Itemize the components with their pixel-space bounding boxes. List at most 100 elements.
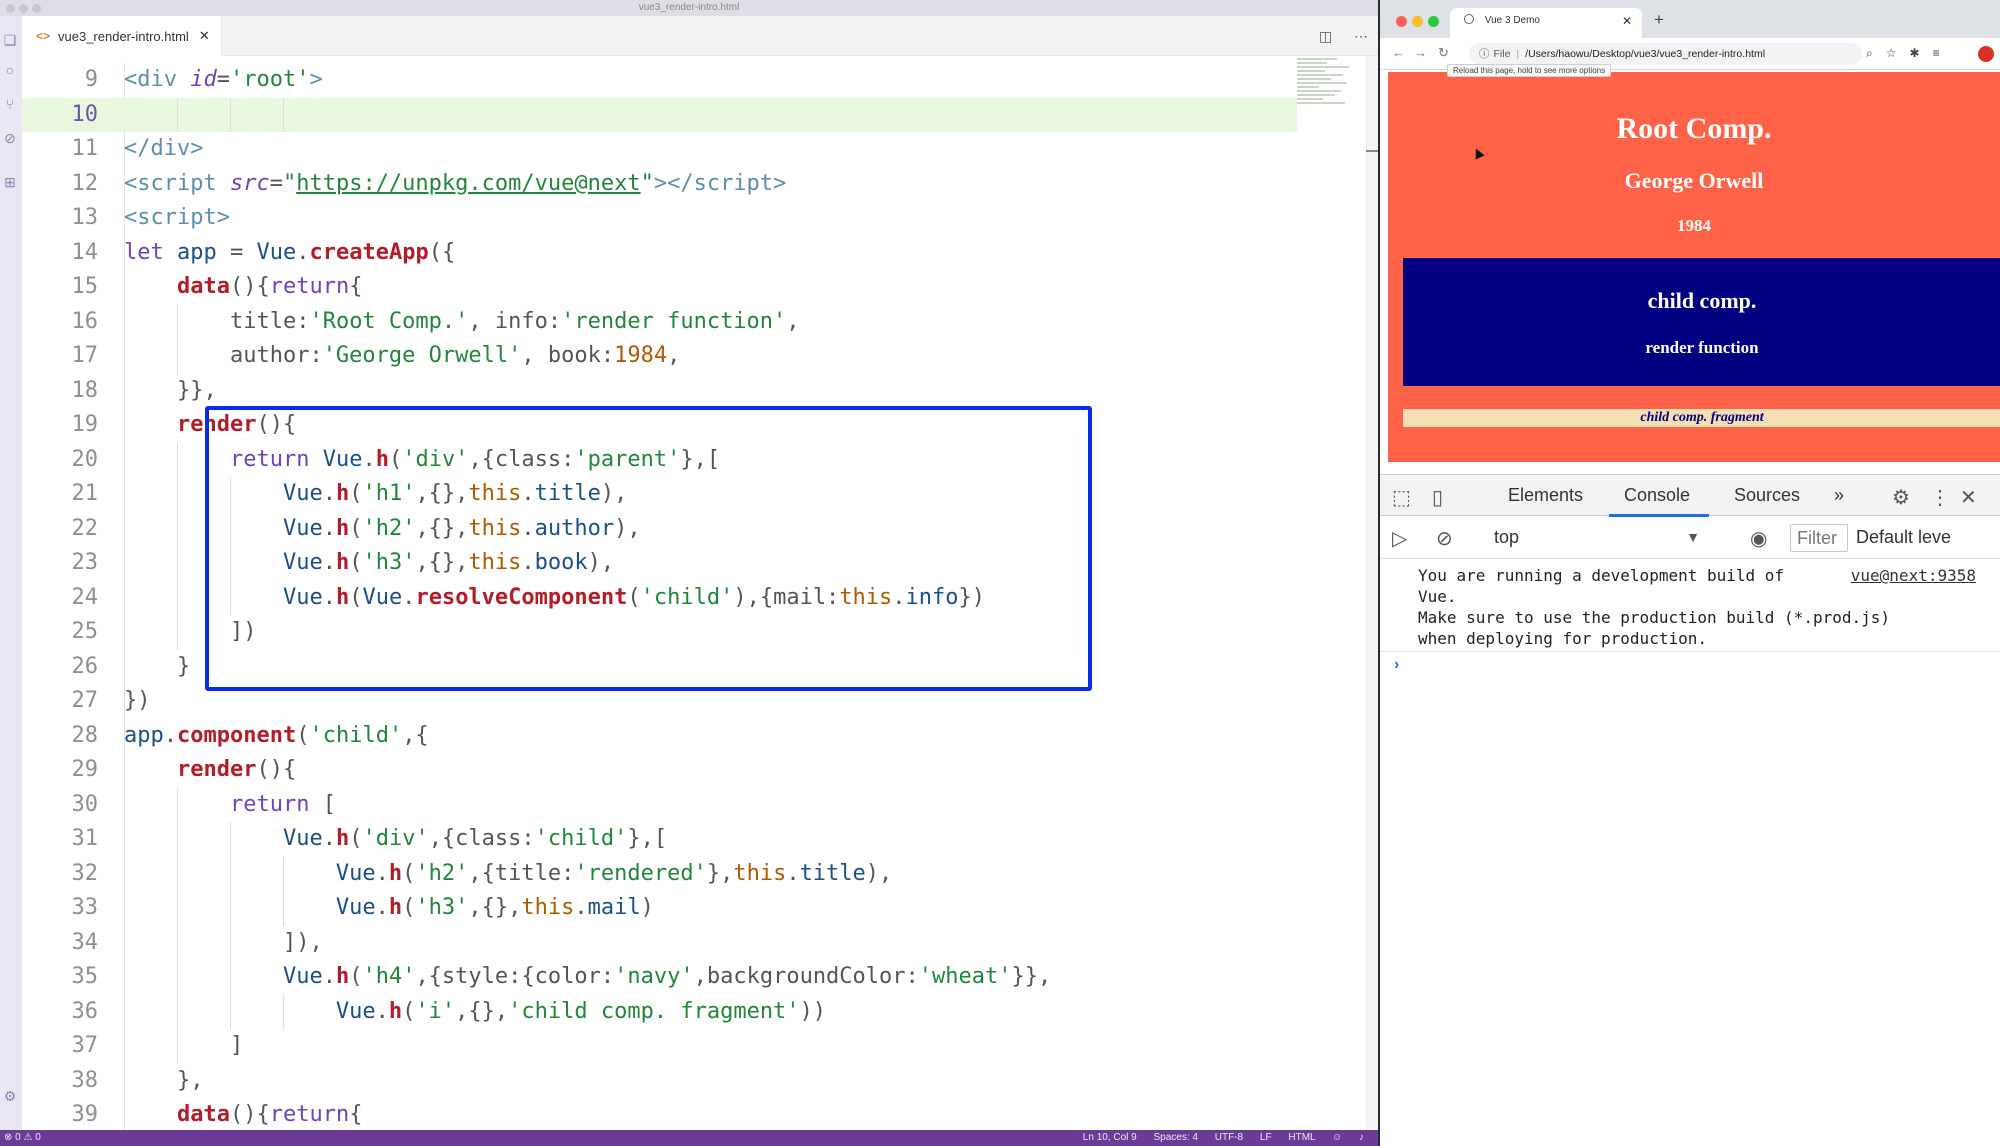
- close-window-button[interactable]: [1396, 16, 1407, 27]
- live-expression-eye-icon[interactable]: ◉: [1750, 526, 1767, 551]
- editor-window-title: vue3_render-intro.html: [638, 2, 740, 13]
- console-message-source-link[interactable]: vue@next:9358: [1851, 565, 1976, 586]
- more-actions-icon[interactable]: ⋯: [1354, 28, 1368, 44]
- code-line[interactable]: 38 },: [22, 1064, 1297, 1099]
- maximize-window-button[interactable]: [1428, 16, 1439, 27]
- inspect-element-icon[interactable]: ⬚: [1392, 485, 1411, 510]
- info-icon[interactable]: ⓘ: [1479, 48, 1490, 60]
- line-number: 26: [71, 653, 99, 679]
- back-arrow-icon[interactable]: ←: [1392, 45, 1405, 60]
- more-tabs-chevron-icon[interactable]: »: [1834, 485, 1844, 506]
- profile-avatar[interactable]: [1978, 46, 1994, 62]
- close-devtools-icon[interactable]: ✕: [1960, 485, 1977, 510]
- close-tab-icon[interactable]: ✕: [199, 28, 210, 44]
- reload-icon[interactable]: ↻: [1438, 45, 1449, 61]
- code-line[interactable]: 31 Vue.h('div',{class:'child'},[: [22, 822, 1297, 857]
- code-line[interactable]: 11 </div>: [22, 132, 1297, 167]
- line-number: 20: [71, 446, 99, 472]
- extensions-puzzle-icon[interactable]: ✱: [1910, 46, 1920, 60]
- source-control-icon[interactable]: ⑂: [2, 96, 18, 112]
- indent-guide: [282, 856, 284, 926]
- line-ending[interactable]: LF: [1260, 1132, 1272, 1143]
- feedback-icon[interactable]: ☺: [1332, 1132, 1342, 1143]
- browser-tab-title: Vue 3 Demo: [1484, 15, 1540, 26]
- console-prompt[interactable]: ›: [1394, 656, 1399, 674]
- browser-window: Vue 3 Demo ✕ + ← → ↻ ⓘ File |/Users/haowu/…: [1378, 0, 2000, 1146]
- browser-tab[interactable]: Vue 3 Demo ✕: [1450, 8, 1642, 38]
- indentation[interactable]: Spaces: 4: [1154, 1132, 1198, 1143]
- console-filter-input[interactable]: Filter: [1790, 524, 1848, 552]
- line-number: 30: [71, 791, 99, 817]
- code-text: Vue.h('h4',{style:{color:'navy',backgrou…: [282, 964, 1052, 989]
- console-toolbar: ▷ ⊘ top ▼ ◉ Filter Default leve: [1380, 517, 2000, 559]
- code-line[interactable]: 9 <div id='root'>: [22, 63, 1297, 98]
- code-text: data(){return{: [176, 274, 363, 299]
- extensions-icon[interactable]: ⊞: [2, 174, 18, 190]
- explorer-icon[interactable]: ❏: [2, 32, 18, 48]
- clear-console-icon[interactable]: ⊘: [1436, 526, 1453, 551]
- url-scheme-label: File: [1493, 48, 1511, 60]
- minimize-window-button[interactable]: [1412, 16, 1423, 27]
- code-line[interactable]: 30 return [: [22, 788, 1297, 823]
- code-line[interactable]: 34 ]),: [22, 926, 1297, 961]
- new-tab-button[interactable]: +: [1654, 10, 1664, 30]
- code-line[interactable]: 36 Vue.h('i',{},'child comp. fragment')): [22, 995, 1297, 1030]
- code-line[interactable]: 39 data(){return{: [22, 1098, 1297, 1130]
- code-line[interactable]: 16 title:'Root Comp.', info:'render func…: [22, 305, 1297, 340]
- close-tab-icon[interactable]: ✕: [1622, 8, 1632, 34]
- line-number: 39: [71, 1102, 99, 1127]
- code-line[interactable]: 12 <script src="https://unpkg.com/vue@nex…: [22, 167, 1297, 202]
- code-line[interactable]: 33 Vue.h('h3',{},this.mail): [22, 891, 1297, 926]
- language-mode[interactable]: HTML: [1288, 1132, 1315, 1143]
- code-line[interactable]: 17 author:'George Orwell', book:1984,: [22, 339, 1297, 374]
- code-line[interactable]: 37 ]: [22, 1029, 1297, 1064]
- code-text: return [: [229, 791, 336, 817]
- code-line[interactable]: 14 let app = Vue.createApp({: [22, 236, 1297, 271]
- editor-scrollbar[interactable]: [1366, 56, 1378, 1130]
- code-line[interactable]: 15 data(){return{: [22, 270, 1297, 305]
- code-line[interactable]: 29 render(){: [22, 753, 1297, 788]
- forward-arrow-icon[interactable]: →: [1414, 45, 1427, 60]
- address-bar[interactable]: ⓘ File |/Users/haowu/Desktop/vue3/vue3_ren…: [1469, 43, 1862, 65]
- html-file-icon: <>: [36, 29, 51, 43]
- notifications-bell-icon[interactable]: ♪: [1359, 1132, 1364, 1143]
- code-line[interactable]: 13 <script>: [22, 201, 1297, 236]
- show-sidebar-icon[interactable]: ▷: [1392, 526, 1407, 551]
- code-text: app.component('child',{: [124, 722, 429, 748]
- execution-context-select[interactable]: top ▼: [1494, 527, 1704, 548]
- line-number: 18: [71, 377, 99, 403]
- devtools-tab-sources[interactable]: Sources: [1734, 485, 1800, 506]
- code-line[interactable]: 32 Vue.h('h2',{title:'rendered'},this.ti…: [22, 857, 1297, 892]
- code-line[interactable]: 28 app.component('child',{: [22, 719, 1297, 754]
- zoom-icon[interactable]: ⌕: [1866, 46, 1873, 60]
- devtools-tab-console[interactable]: Console: [1624, 485, 1690, 506]
- code-text: </div>: [124, 136, 204, 161]
- line-number: 28: [71, 722, 99, 748]
- window-traffic-lights[interactable]: [1396, 14, 1444, 32]
- code-text: ]: [229, 1033, 244, 1058]
- code-line[interactable]: 10: [22, 97, 1297, 132]
- cursor-position[interactable]: Ln 10, Col 9: [1083, 1132, 1137, 1143]
- minimap[interactable]: [1297, 56, 1367, 176]
- devtools-tab-elements[interactable]: Elements: [1508, 485, 1583, 506]
- devtools-menu-icon[interactable]: ⋮: [1930, 485, 1950, 510]
- log-levels-dropdown[interactable]: Default leve: [1856, 527, 1951, 548]
- code-line[interactable]: 35 Vue.h('h4',{style:{color:'navy',backg…: [22, 960, 1297, 995]
- indent-guide: [176, 787, 178, 1064]
- devtools-settings-gear-icon[interactable]: ⚙: [1892, 485, 1910, 510]
- code-text: <script src="https://unpkg.com/vue@next"…: [124, 170, 787, 196]
- activity-bar: ❏ ○ ⑂ ⊘ ⊞ ⚙: [0, 16, 22, 1130]
- settings-gear-icon[interactable]: ⚙: [2, 1088, 18, 1104]
- code-line[interactable]: 18 }},: [22, 374, 1297, 409]
- device-toolbar-icon[interactable]: ▯: [1432, 485, 1443, 510]
- line-number: 34: [71, 929, 99, 955]
- problems-indicator[interactable]: ⊗ 0 ⚠ 0: [4, 1130, 41, 1146]
- reading-list-icon[interactable]: ≡: [1933, 46, 1940, 60]
- editor-file-tab[interactable]: <> vue3_render-intro.html ✕: [22, 16, 222, 56]
- search-icon[interactable]: ○: [2, 62, 18, 78]
- split-editor-icon[interactable]: ◫: [1319, 28, 1332, 44]
- indent-guide: [229, 822, 231, 1029]
- bookmark-star-icon[interactable]: ☆: [1886, 46, 1897, 60]
- encoding[interactable]: UTF-8: [1215, 1132, 1243, 1143]
- debug-icon[interactable]: ⊘: [2, 130, 18, 146]
